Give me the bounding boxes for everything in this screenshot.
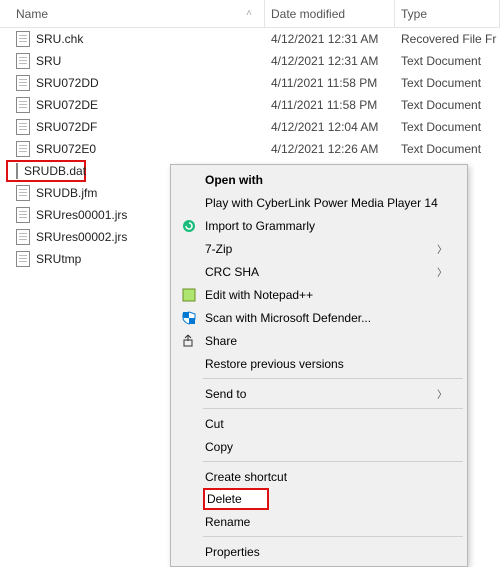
- file-icon: [16, 207, 30, 223]
- file-type: Text Document: [395, 120, 500, 134]
- menu-label: Copy: [205, 440, 233, 454]
- menu-label: Open with: [205, 173, 263, 187]
- chevron-right-icon: 〉: [437, 241, 447, 256]
- file-row[interactable]: SRU072DD 4/11/2021 11:58 PM Text Documen…: [0, 72, 500, 94]
- menu-restore[interactable]: Restore previous versions: [173, 352, 465, 375]
- menu-label: Restore previous versions: [205, 357, 344, 371]
- menu-label: 7-Zip: [205, 242, 232, 256]
- file-icon: [16, 229, 30, 245]
- file-name: SRUDB.dat: [24, 164, 86, 178]
- column-header-date-label: Date modified: [271, 7, 345, 21]
- file-name: SRU072E0: [36, 142, 96, 156]
- menu-7zip[interactable]: 7-Zip 〉: [173, 237, 465, 260]
- file-type: Text Document: [395, 54, 500, 68]
- file-row[interactable]: SRU072DE 4/11/2021 11:58 PM Text Documen…: [0, 94, 500, 116]
- file-type: Text Document: [395, 76, 500, 90]
- menu-label: Cut: [205, 417, 224, 431]
- grammarly-icon: [181, 218, 197, 234]
- menu-label: CRC SHA: [205, 265, 259, 279]
- file-icon: [16, 53, 30, 69]
- file-icon: [16, 163, 18, 179]
- file-type: Recovered File Fr: [395, 32, 500, 46]
- menu-delete[interactable]: Delete: [203, 488, 269, 510]
- file-name: SRU072DE: [36, 98, 98, 112]
- menu-crcsha[interactable]: CRC SHA 〉: [173, 260, 465, 283]
- file-name: SRU072DD: [36, 76, 99, 90]
- file-name: SRUtmp: [36, 252, 81, 266]
- menu-separator: [203, 378, 463, 379]
- file-name: SRUDB.jfm: [36, 186, 97, 200]
- file-type: Text Document: [395, 98, 500, 112]
- file-type: Text Document: [395, 142, 500, 156]
- menu-sendto[interactable]: Send to 〉: [173, 382, 465, 405]
- menu-cut[interactable]: Cut: [173, 412, 465, 435]
- file-date: 4/11/2021 11:58 PM: [265, 98, 395, 112]
- file-name: SRU072DF: [36, 120, 97, 134]
- menu-label: Edit with Notepad++: [205, 288, 313, 302]
- file-name: SRUres00002.jrs: [36, 230, 127, 244]
- file-row[interactable]: SRU072DF 4/12/2021 12:04 AM Text Documen…: [0, 116, 500, 138]
- menu-label: Play with CyberLink Power Media Player 1…: [205, 196, 438, 210]
- file-row[interactable]: SRU.chk 4/12/2021 12:31 AM Recovered Fil…: [0, 28, 500, 50]
- chevron-right-icon: 〉: [437, 264, 447, 279]
- sort-caret-icon: ˄: [246, 8, 252, 19]
- menu-copy[interactable]: Copy: [173, 435, 465, 458]
- file-name: SRUres00001.jrs: [36, 208, 127, 222]
- notepadpp-icon: [181, 287, 197, 303]
- context-menu: Open with Play with CyberLink Power Medi…: [170, 164, 468, 567]
- column-header-type[interactable]: Type: [395, 0, 500, 27]
- file-icon: [16, 141, 30, 157]
- file-row[interactable]: SRU 4/12/2021 12:31 AM Text Document: [0, 50, 500, 72]
- menu-separator: [203, 461, 463, 462]
- file-date: 4/12/2021 12:04 AM: [265, 120, 395, 134]
- file-icon: [16, 251, 30, 267]
- menu-cyberlink[interactable]: Play with CyberLink Power Media Player 1…: [173, 191, 465, 214]
- menu-open-with[interactable]: Open with: [173, 168, 465, 191]
- file-row[interactable]: SRU072E0 4/12/2021 12:26 AM Text Documen…: [0, 138, 500, 160]
- file-name: SRU: [36, 54, 61, 68]
- menu-separator: [203, 536, 463, 537]
- column-header-date[interactable]: Date modified: [265, 0, 395, 27]
- menu-separator: [203, 408, 463, 409]
- menu-shortcut[interactable]: Create shortcut: [173, 465, 465, 488]
- menu-label: Scan with Microsoft Defender...: [205, 311, 371, 325]
- defender-icon: [181, 310, 197, 326]
- file-icon: [16, 31, 30, 47]
- menu-rename[interactable]: Rename: [173, 510, 465, 533]
- menu-label: Send to: [205, 387, 246, 401]
- menu-label: Properties: [205, 545, 260, 559]
- menu-label: Create shortcut: [205, 470, 287, 484]
- chevron-right-icon: 〉: [437, 386, 447, 401]
- file-date: 4/12/2021 12:26 AM: [265, 142, 395, 156]
- column-header-name-label: Name: [16, 7, 48, 21]
- file-icon: [16, 97, 30, 113]
- file-date: 4/12/2021 12:31 AM: [265, 54, 395, 68]
- menu-share[interactable]: Share: [173, 329, 465, 352]
- file-date: 4/11/2021 11:58 PM: [265, 76, 395, 90]
- menu-label: Rename: [205, 515, 250, 529]
- file-icon: [16, 185, 30, 201]
- column-header-name[interactable]: Name ˄: [0, 0, 265, 27]
- menu-notepadpp[interactable]: Edit with Notepad++: [173, 283, 465, 306]
- file-icon: [16, 119, 30, 135]
- menu-label: Share: [205, 334, 237, 348]
- file-icon: [16, 75, 30, 91]
- menu-grammarly[interactable]: Import to Grammarly: [173, 214, 465, 237]
- column-header-type-label: Type: [401, 7, 427, 21]
- file-name: SRU.chk: [36, 32, 83, 46]
- menu-label: Delete: [207, 492, 242, 506]
- menu-defender[interactable]: Scan with Microsoft Defender...: [173, 306, 465, 329]
- file-date: 4/12/2021 12:31 AM: [265, 32, 395, 46]
- menu-label: Import to Grammarly: [205, 219, 315, 233]
- menu-properties[interactable]: Properties: [173, 540, 465, 563]
- column-header-row: Name ˄ Date modified Type: [0, 0, 500, 28]
- share-icon: [181, 333, 197, 349]
